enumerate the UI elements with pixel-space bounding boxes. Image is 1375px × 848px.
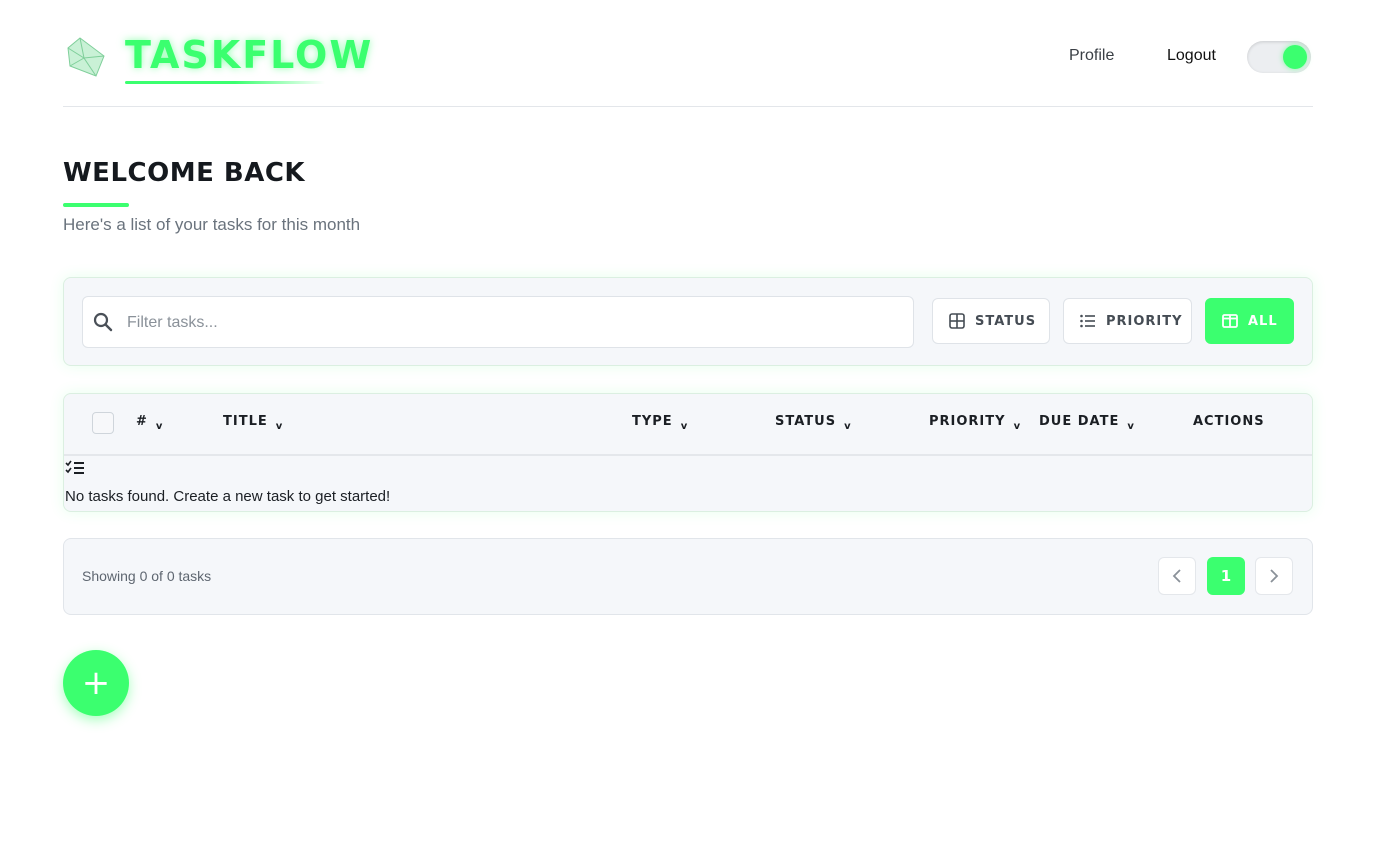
empty-state-message: No tasks found. Create a new task to get… xyxy=(65,488,391,505)
search-box xyxy=(82,296,914,349)
pagination-info: Showing 0 of 0 tasks xyxy=(82,568,212,584)
profile-link[interactable]: Profile xyxy=(1069,47,1114,65)
chevron-right-icon xyxy=(1270,569,1279,583)
all-filter-button[interactable]: ALL xyxy=(1205,298,1294,344)
chevron-down-icon: v xyxy=(275,421,284,432)
search-input[interactable] xyxy=(125,297,909,349)
priority-filter-label: PRIORITY xyxy=(1106,313,1183,329)
page-subtitle: Here's a list of your tasks for this mon… xyxy=(63,215,361,234)
brand-underline xyxy=(125,81,325,84)
page-title: WELCOME BACK xyxy=(63,158,306,188)
theme-toggle[interactable] xyxy=(1247,41,1311,73)
chevron-left-icon xyxy=(1172,569,1181,583)
priority-filter-button[interactable]: PRIORITY xyxy=(1063,298,1192,344)
toggle-knob xyxy=(1283,45,1307,69)
pagination-bar: Showing 0 of 0 tasks 1 xyxy=(63,538,1313,615)
column-label: # xyxy=(136,414,148,429)
column-label: TYPE xyxy=(632,414,673,429)
prev-page-button[interactable] xyxy=(1158,557,1196,595)
column-header-type[interactable]: TYPE v xyxy=(632,414,689,432)
header: TASKFLOW Profile Logout xyxy=(63,0,1313,107)
filter-bar: STATUS PRIORITY ALL xyxy=(63,277,1313,366)
columns-icon xyxy=(1222,314,1238,328)
column-header-due-date[interactable]: DUE DATE v xyxy=(1039,414,1135,432)
chevron-down-icon: v xyxy=(155,421,164,432)
column-label: DUE DATE xyxy=(1039,414,1120,429)
checklist-icon xyxy=(65,460,84,474)
brand-logo-text[interactable]: TASKFLOW xyxy=(125,33,373,77)
add-task-button[interactable]: + xyxy=(63,650,129,716)
select-all-checkbox[interactable] xyxy=(92,412,114,434)
title-accent-bar xyxy=(63,203,129,207)
chevron-down-icon: v xyxy=(844,421,852,432)
search-icon xyxy=(93,312,113,332)
column-label: STATUS xyxy=(775,414,837,429)
crystal-icon xyxy=(67,37,105,77)
plus-icon: + xyxy=(81,663,111,703)
chevron-down-icon: v xyxy=(680,421,689,432)
column-label: PRIORITY xyxy=(929,414,1006,429)
column-header-status[interactable]: STATUS v xyxy=(775,414,852,432)
chevron-down-icon: v xyxy=(1013,421,1022,432)
logout-link[interactable]: Logout xyxy=(1167,47,1216,65)
all-filter-label: ALL xyxy=(1248,313,1278,329)
chevron-down-icon: v xyxy=(1127,421,1135,432)
column-header-actions: ACTIONS xyxy=(1193,414,1265,429)
page-button-current[interactable]: 1 xyxy=(1207,557,1245,595)
column-label: ACTIONS xyxy=(1193,414,1265,429)
status-filter-label: STATUS xyxy=(975,313,1037,329)
column-header-number[interactable]: # v xyxy=(136,414,164,432)
table-header: # v TITLE v TYPE v STATUS v PRIORITY v DUE DA… xyxy=(64,394,1312,456)
column-label: TITLE xyxy=(223,414,268,429)
list-icon xyxy=(1080,314,1095,328)
grid-icon xyxy=(949,313,965,329)
next-page-button[interactable] xyxy=(1255,557,1293,595)
column-header-priority[interactable]: PRIORITY v xyxy=(929,414,1022,432)
status-filter-button[interactable]: STATUS xyxy=(932,298,1050,344)
task-table: # v TITLE v TYPE v STATUS v PRIORITY v DUE DA… xyxy=(63,393,1313,512)
column-header-title[interactable]: TITLE v xyxy=(223,414,284,432)
